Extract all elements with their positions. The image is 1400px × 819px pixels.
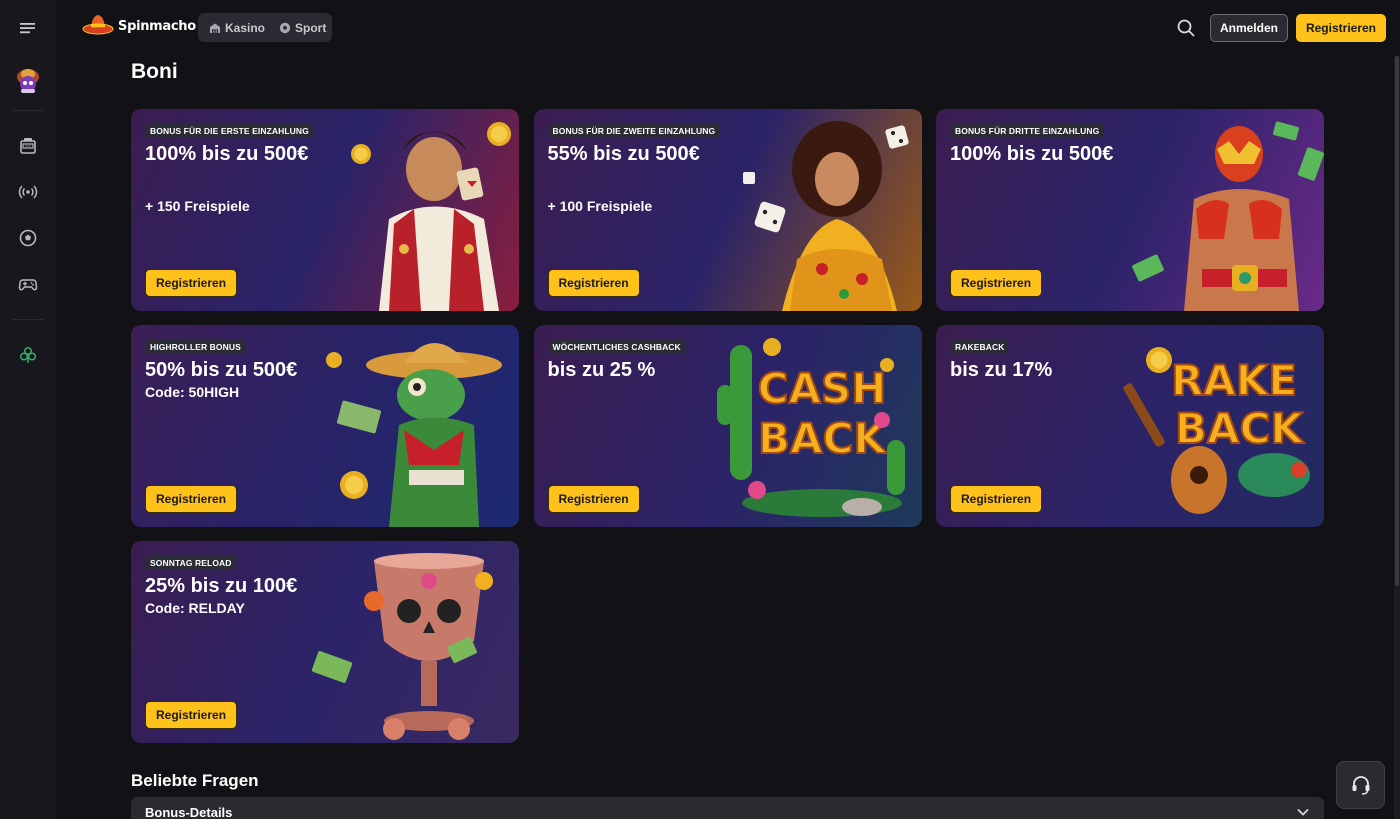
bonus-grid: Bonus für die erste Einzahlung 100% bis … xyxy=(131,109,1324,743)
sombrero-logo-icon xyxy=(82,15,114,35)
bonus-card: CASH BACK Wöchentliches Cashback bis zu … xyxy=(533,325,922,527)
page-title: Boni xyxy=(131,60,178,83)
bonus-headline: bis zu 17% xyxy=(950,359,1053,381)
faq-title: Beliebte Fragen xyxy=(131,771,259,790)
sidebar-item-live[interactable] xyxy=(8,172,48,212)
scrollbar-thumb[interactable] xyxy=(1395,56,1399,586)
bonus-headline: 100% bis zu 500€ xyxy=(145,143,309,165)
register-button[interactable]: Registrieren xyxy=(1295,14,1386,42)
bonus-headline: 100% bis zu 500€ xyxy=(950,143,1114,165)
tab-sport[interactable]: Sport xyxy=(274,16,331,39)
brand-name: Spinmacho xyxy=(118,18,196,34)
top-header: Spinmacho Kasino Sport Anmelden Registri… xyxy=(56,0,1400,56)
bonus-register-button[interactable]: Registrieren xyxy=(547,485,640,513)
tab-kasino[interactable]: Kasino xyxy=(204,16,270,39)
cashback-art-line-1: CASH xyxy=(757,364,886,413)
search-button[interactable] xyxy=(1172,14,1200,42)
faq-question: Bonus-Details xyxy=(145,804,233,819)
frog-cowboy-character-image xyxy=(326,343,502,527)
cashback-art-line-2: BACK xyxy=(758,414,887,463)
bonus-headline: 55% bis zu 500€ xyxy=(547,143,700,165)
header-actions: Anmelden Registrieren xyxy=(1172,14,1386,42)
bonus-headline: 25% bis zu 100€ xyxy=(145,575,298,597)
tab-sport-label: Sport xyxy=(295,20,327,35)
bonus-register-button[interactable]: Registrieren xyxy=(547,269,640,297)
dancer-character-image xyxy=(742,121,909,311)
mascot-icon xyxy=(17,69,39,93)
menu-button[interactable] xyxy=(0,0,56,56)
mariachi-character-image xyxy=(351,122,511,311)
bonus-card: Sonntag Reload 25% bis zu 100€ Code: REL… xyxy=(131,541,519,743)
tab-kasino-label: Kasino xyxy=(225,20,266,35)
hamburger-menu-icon xyxy=(20,23,35,34)
bonus-register-button[interactable]: Registrieren xyxy=(145,701,238,729)
casino-icon xyxy=(210,23,220,33)
bonus-card: Bonus für die erste Einzahlung 100% bis … xyxy=(131,109,519,311)
bonus-register-button[interactable]: Registrieren xyxy=(950,485,1043,513)
bonus-card: Bonus für die zweite Einzahlung 55% bis … xyxy=(533,109,922,311)
support-chat-button[interactable] xyxy=(1336,761,1385,809)
bonus-subline: + 150 Freispiele xyxy=(145,198,250,214)
slot-machine-icon: 777 xyxy=(20,138,36,154)
login-button[interactable]: Anmelden xyxy=(1209,14,1288,42)
search-icon xyxy=(1177,19,1195,37)
bonus-code: Code: RELDAY xyxy=(145,600,245,616)
sidebar-item-lucky[interactable] xyxy=(8,335,48,375)
rakeback-art-line-1: RAKE xyxy=(1171,356,1297,405)
soccer-ball-icon xyxy=(279,22,291,33)
bonus-card: RAKE BACK Rakeback bis zu 17% Registrier… xyxy=(936,325,1324,527)
chevron-down-icon xyxy=(1297,808,1309,816)
cashback-art-image: CASH BACK xyxy=(716,338,905,517)
gamepad-icon xyxy=(18,279,38,291)
bonus-tag: Sonntag Reload xyxy=(146,556,236,570)
bonus-tag: Bonus für die zweite Einzahlung xyxy=(548,124,720,138)
bonus-register-button[interactable]: Registrieren xyxy=(145,269,238,297)
sidebar-divider xyxy=(12,319,44,320)
bonus-card: Highroller Bonus 50% bis zu 500€ Code: 5… xyxy=(131,325,519,527)
sidebar-item-slots[interactable]: 777 xyxy=(8,126,48,166)
bonus-tag: Bonus für die erste Einzahlung xyxy=(146,124,313,138)
bonus-tag: Bonus für dritte Einzahlung xyxy=(951,124,1104,138)
brand-logo[interactable]: Spinmacho xyxy=(82,12,196,40)
headset-icon xyxy=(1352,776,1369,795)
bonus-tag: Rakeback xyxy=(951,340,1009,354)
product-switcher: Kasino Sport xyxy=(198,13,332,42)
bonus-register-button[interactable]: Registrieren xyxy=(950,269,1043,297)
faq-item[interactable]: Bonus-Details xyxy=(131,797,1324,819)
sidebar-divider xyxy=(12,110,44,111)
bonus-tag: Wöchentliches Cashback xyxy=(548,340,685,354)
wrestler-character-image xyxy=(1132,121,1324,311)
sidebar-item-sports[interactable] xyxy=(8,218,48,258)
sidebar-item-games[interactable] xyxy=(8,264,48,304)
live-broadcast-icon xyxy=(18,185,38,199)
bonus-card: Bonus für dritte Einzahlung 100% bis zu … xyxy=(936,109,1324,311)
rakeback-art-image: RAKE BACK xyxy=(1123,347,1310,514)
bonus-subline: + 100 Freispiele xyxy=(547,198,653,214)
clover-icon xyxy=(19,346,37,363)
sports-ball-icon xyxy=(19,229,37,247)
sidebar: 777 xyxy=(0,0,56,819)
bonus-headline: 50% bis zu 500€ xyxy=(145,359,298,381)
bonus-headline: bis zu 25 % xyxy=(547,359,656,381)
rakeback-art-line-2: BACK xyxy=(1175,404,1304,453)
svg-text:777: 777 xyxy=(25,144,31,148)
bonus-code: Code: 50HIGH xyxy=(145,384,240,400)
bonus-tag: Highroller Bonus xyxy=(146,340,245,354)
promo-avatar[interactable] xyxy=(10,62,46,98)
bonus-register-button[interactable]: Registrieren xyxy=(145,485,238,513)
page-scrollbar[interactable] xyxy=(1394,56,1400,819)
